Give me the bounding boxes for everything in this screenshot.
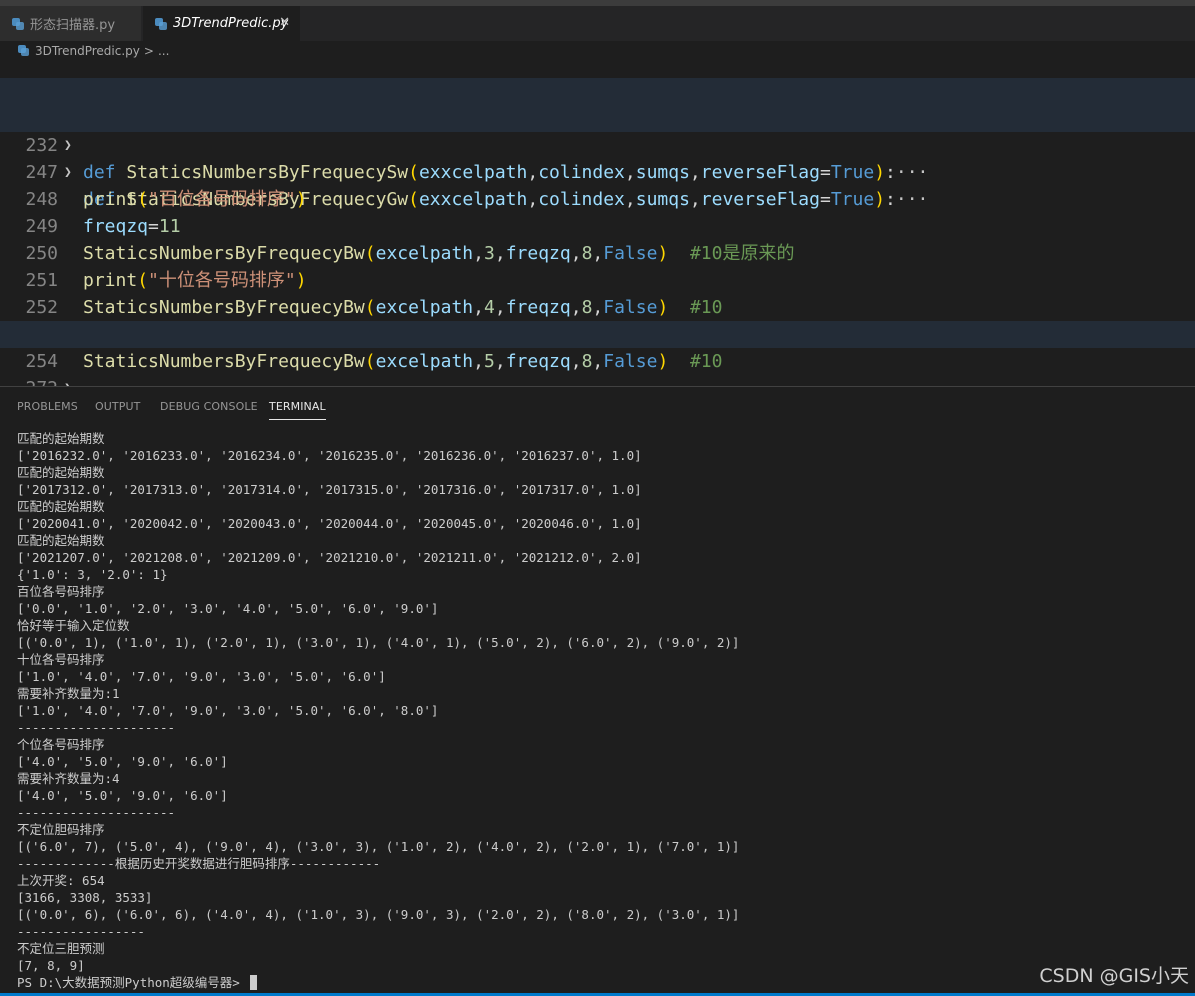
code-line-251[interactable]: 251 StaticsNumbersByFrequecyBw(excelpath… xyxy=(0,240,1195,318)
terminal-line: 恰好等于输入定位数 xyxy=(17,618,130,633)
code-line-216[interactable]: 216 print("---------------------") xyxy=(0,60,1195,126)
terminal-cursor xyxy=(250,975,258,990)
editor-tab-bar: 形态扫描器.py 3DTrendPredic.py ✕ xyxy=(0,6,1195,41)
terminal-line: 上次开奖: 654 xyxy=(17,873,105,888)
terminal-line: [('0.0', 6), ('6.0', 6), ('4.0', 4), ('1… xyxy=(17,907,740,922)
python-file-icon xyxy=(18,45,29,56)
terminal-line: ['2021207.0', '2021208.0', '2021209.0', … xyxy=(17,550,642,565)
terminal-output[interactable]: 匹配的起始期数 ['2016232.0', '2016233.0', '20162… xyxy=(17,430,1187,991)
terminal-line: 匹配的起始期数 xyxy=(17,499,105,514)
terminal-line: --------------------- xyxy=(17,720,176,735)
tab-label: 3DTrendPredic.py xyxy=(173,16,289,31)
terminal-line: ['4.0', '5.0', '9.0', '6.0'] xyxy=(17,788,228,803)
terminal-line: ['2016232.0', '2016233.0', '2016234.0', … xyxy=(17,448,642,463)
terminal-line: ['2017312.0', '2017313.0', '2017314.0', … xyxy=(17,482,642,497)
tab-label: 形态扫描器.py xyxy=(30,18,116,33)
code-line-252[interactable]: 252 print("个位各号码排序") xyxy=(0,267,1195,345)
prompt-text: PS D:\大数据预测Python超级编号器> xyxy=(17,975,248,990)
panel-tab-bar: PROBLEMS OUTPUT DEBUG CONSOLE TERMINAL xyxy=(0,387,1195,425)
terminal-line: [3166, 3308, 3533] xyxy=(17,890,153,905)
tab-output[interactable]: OUTPUT xyxy=(95,400,140,413)
code-line-253[interactable]: 253 StaticsNumbersByFrequecyBw(excelpath… xyxy=(0,294,1195,372)
breadcrumb-more[interactable]: ... xyxy=(158,44,169,58)
code-line-272[interactable]: 272 print("不定位胆码排序") xyxy=(0,348,1195,386)
terminal-line: 不定位胆码排序 xyxy=(17,822,105,837)
code-line-249[interactable]: 249 StaticsNumbersByFrequecyBw(excelpath… xyxy=(0,186,1195,264)
code-line-232[interactable]: 232 ❯ def StaticsNumbersByFrequecyGw(exx… xyxy=(0,105,1195,210)
code-line-250[interactable]: 250 print("十位各号码排序") xyxy=(0,213,1195,291)
breadcrumb-separator: > xyxy=(143,43,154,58)
terminal-line: 匹配的起始期数 xyxy=(17,431,105,446)
terminal-line: 需要补齐数量为:1 xyxy=(17,686,120,701)
terminal-line: [('6.0', 7), ('5.0', 4), ('9.0', 4), ('3… xyxy=(17,839,740,854)
terminal-line: 十位各号码排序 xyxy=(17,652,105,667)
terminal-line: 不定位三胆预测 xyxy=(17,941,105,956)
tab-debug-console[interactable]: DEBUG CONSOLE xyxy=(160,400,258,413)
terminal-line: 匹配的起始期数 xyxy=(17,533,105,548)
tab-problems[interactable]: PROBLEMS xyxy=(17,400,78,413)
terminal-line: ----------------- xyxy=(17,924,145,939)
terminal-line: -------------根据历史开奖数据进行胆码排序------------ xyxy=(17,856,381,871)
code-line-247[interactable]: 247 print("百位各号码排序") xyxy=(0,132,1195,210)
tab-shape-scanner[interactable]: 形态扫描器.py xyxy=(0,6,142,41)
code-line-217[interactable]: 217 ❯ def StaticsNumbersByFrequecySw(exx… xyxy=(0,78,1195,183)
watermark: CSDN @GIS小天 xyxy=(1039,965,1189,987)
terminal-line: ['4.0', '5.0', '9.0', '6.0'] xyxy=(17,754,228,769)
bottom-panel: PROBLEMS OUTPUT DEBUG CONSOLE TERMINAL 匹… xyxy=(0,386,1195,996)
terminal-line: 百位各号码排序 xyxy=(17,584,105,599)
terminal-line: ['0.0', '1.0', '2.0', '3.0', '4.0', '5.0… xyxy=(17,601,439,616)
python-file-icon xyxy=(12,17,24,30)
code-line-248[interactable]: 248 freqzq=11 xyxy=(0,159,1195,237)
code-editor[interactable]: 216 print("---------------------") 217 ❯… xyxy=(0,60,1195,386)
terminal-line: 匹配的起始期数 xyxy=(17,465,105,480)
python-file-icon xyxy=(155,17,167,30)
terminal-line: [7, 8, 9] xyxy=(17,958,85,973)
tab-terminal[interactable]: TERMINAL xyxy=(269,400,326,420)
breadcrumb: 3DTrendPredic.py > ... xyxy=(0,41,1195,60)
terminal-line: ['1.0', '4.0', '7.0', '9.0', '3.0', '5.0… xyxy=(17,703,439,718)
tab-3dtrendpredic[interactable]: 3DTrendPredic.py ✕ xyxy=(143,6,300,41)
terminal-line: 需要补齐数量为:4 xyxy=(17,771,120,786)
terminal-line: ['2020041.0', '2020042.0', '2020043.0', … xyxy=(17,516,642,531)
terminal-line: ['1.0', '4.0', '7.0', '9.0', '3.0', '5.0… xyxy=(17,669,386,684)
terminal-line: 个位各号码排序 xyxy=(17,737,105,752)
code-line-273[interactable]: 273 DMStatics(excelpath,3,4,5,8)#近7期的胆码统… xyxy=(0,375,1195,386)
terminal-line: {'1.0': 3, '2.0': 1} xyxy=(17,567,168,582)
close-icon[interactable]: ✕ xyxy=(279,15,290,30)
code-line-254[interactable]: 254 ❯ def DMStatics(exxcelpath,colindex1… xyxy=(0,321,1195,386)
terminal-line: [('0.0', 1), ('1.0', 1), ('2.0', 1), ('3… xyxy=(17,635,740,650)
terminal-prompt[interactable]: PS D:\大数据预测Python超级编号器> xyxy=(17,974,1187,991)
terminal-line: --------------------- xyxy=(17,805,176,820)
breadcrumb-file[interactable]: 3DTrendPredic.py xyxy=(35,44,140,58)
